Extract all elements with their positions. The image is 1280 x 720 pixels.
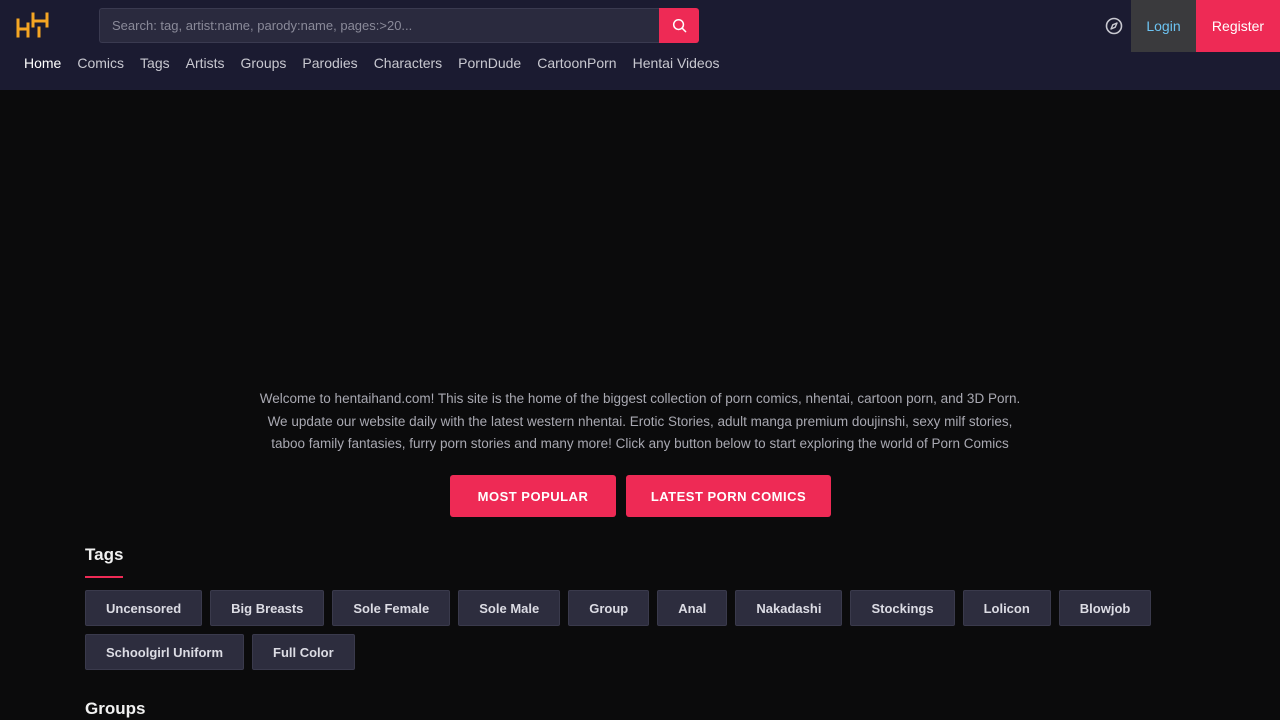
tags-list: Uncensored Big Breasts Sole Female Sole …: [85, 590, 1195, 670]
latest-comics-button[interactable]: LATEST PORN COMICS: [626, 475, 831, 517]
nav-item-hentai-videos[interactable]: Hentai Videos: [625, 52, 728, 76]
tag-sole-female[interactable]: Sole Female: [332, 590, 451, 626]
nav-item-groups[interactable]: Groups: [233, 52, 295, 76]
intro-text: Welcome to hentaihand.com! This site is …: [250, 388, 1030, 456]
nav-item-porndude[interactable]: PornDude: [450, 52, 529, 76]
register-button[interactable]: Register: [1196, 0, 1280, 52]
tags-section-title: Tags: [85, 545, 124, 564]
nav-item-comics[interactable]: Comics: [69, 52, 132, 76]
tag-nakadashi[interactable]: Nakadashi: [735, 590, 843, 626]
tags-title-underline: [85, 576, 123, 578]
main-nav: Home Comics Tags Artists Groups Parodies…: [16, 52, 728, 76]
search-icon: [672, 18, 686, 33]
search-input[interactable]: [99, 8, 659, 43]
groups-section-title: Groups: [85, 699, 146, 718]
nav-item-cartoonporn[interactable]: CartoonPorn: [529, 52, 624, 76]
nav-item-home[interactable]: Home: [16, 52, 69, 76]
tag-group[interactable]: Group: [568, 590, 650, 626]
nav-item-parodies[interactable]: Parodies: [294, 52, 365, 76]
tag-sole-male[interactable]: Sole Male: [458, 590, 561, 626]
logo-icon: [16, 12, 49, 38]
tag-big-breasts[interactable]: Big Breasts: [210, 590, 325, 626]
nav-item-tags[interactable]: Tags: [132, 52, 178, 76]
nav-item-artists[interactable]: Artists: [178, 52, 233, 76]
tag-blowjob[interactable]: Blowjob: [1058, 590, 1152, 626]
search-bar: [99, 8, 699, 43]
tag-stockings[interactable]: Stockings: [850, 590, 955, 626]
most-popular-button[interactable]: MOST POPULAR: [450, 475, 616, 517]
intro-line: taboo family fantasies, furry porn stori…: [271, 436, 1009, 451]
compass-icon: [1105, 17, 1123, 35]
site-header: Login Register Home Comics Tags Artists …: [0, 0, 1280, 90]
search-button[interactable]: [659, 8, 699, 43]
explore-button[interactable]: [1100, 12, 1128, 40]
site-logo[interactable]: [15, 12, 51, 38]
intro-line: We update our website daily with the lat…: [267, 413, 1013, 429]
tag-lolicon[interactable]: Lolicon: [962, 590, 1051, 626]
tag-full-color[interactable]: Full Color: [252, 634, 355, 670]
intro-line: Welcome to hentaihand.com! This site is …: [259, 391, 1021, 406]
tag-anal[interactable]: Anal: [657, 590, 728, 626]
login-button[interactable]: Login: [1131, 0, 1196, 52]
tag-uncensored[interactable]: Uncensored: [85, 590, 203, 626]
tag-schoolgirl-uniform[interactable]: Schoolgirl Uniform: [85, 634, 244, 670]
nav-item-characters[interactable]: Characters: [366, 52, 450, 76]
